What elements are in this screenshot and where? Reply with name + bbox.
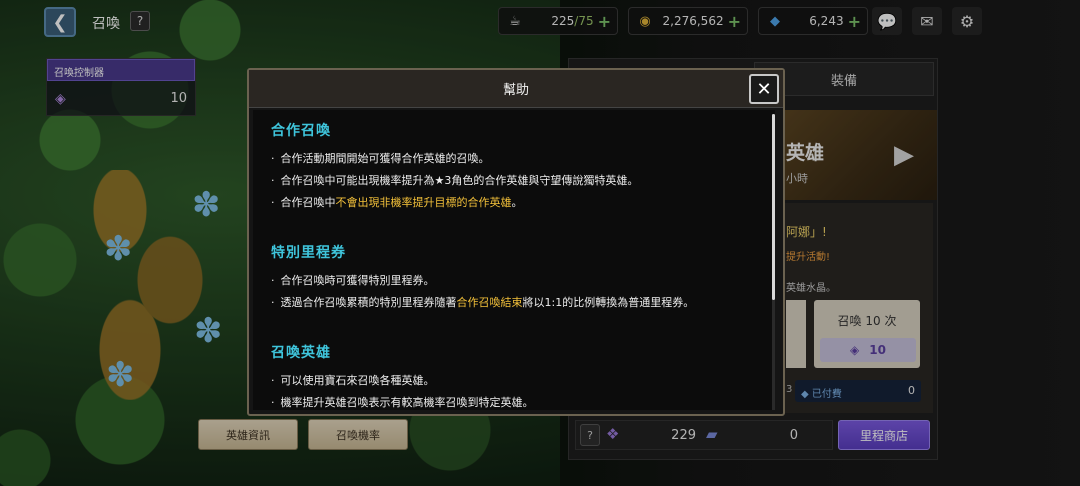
help-bullet: · 可以使用寶石來召喚各種英雄。 — [271, 374, 435, 387]
help-bullet: · 合作召喚中不會出現非機率提升目標的合作英雄。 — [271, 196, 523, 209]
help-bullet: · 合作召喚中可能出現機率提升為★3角色的合作英雄與守望傳說獨特英雄。 — [271, 174, 639, 187]
dialog-content[interactable]: 合作召喚 · 合作活動期間開始可獲得合作英雄的召喚。 · 合作召喚中可能出現機率提升… — [253, 110, 775, 410]
section-title: 合作召喚 — [271, 123, 331, 139]
dialog-header: 幫助 — [249, 70, 783, 108]
section-title: 特別里程券 — [271, 245, 346, 261]
scrollbar-thumb[interactable] — [772, 114, 775, 300]
help-bullet: · 機率提升英雄召喚表示有較高機率召喚到特定英雄。 — [271, 396, 534, 409]
close-icon: ✕ — [756, 78, 772, 100]
highlight-text: 不會出現非機率提升目標的合作英雄 — [335, 196, 512, 209]
highlight-text: 合作召喚結束 — [456, 296, 523, 309]
close-button[interactable]: ✕ — [749, 74, 779, 104]
help-section: 特別里程券 · 合作召喚時可獲得特別里程券。 · 透過合作召喚累積的特別里程券隨著合… — [271, 242, 757, 314]
help-bullet: · 透過合作召喚累積的特別里程券隨著合作召喚結束將以1:1的比例轉換為普通里程券。 — [271, 296, 695, 309]
help-section: 召喚英雄 · 可以使用寶石來召喚各種英雄。 · 機率提升英雄召喚表示有較高機率召喚到… — [271, 342, 757, 410]
help-bullet: · 合作召喚時可獲得特別里程券。 — [271, 274, 435, 287]
help-section: 合作召喚 · 合作活動期間開始可獲得合作英雄的召喚。 · 合作召喚中可能出現機率提升… — [271, 120, 757, 214]
help-bullet: · 合作活動期間開始可獲得合作英雄的召喚。 — [271, 152, 490, 165]
dialog-title: 幫助 — [502, 83, 529, 98]
help-dialog: 幫助 ✕ 合作召喚 · 合作活動期間開始可獲得合作英雄的召喚。 · 合作召喚中可能出… — [247, 68, 785, 416]
section-title: 召喚英雄 — [271, 345, 331, 361]
